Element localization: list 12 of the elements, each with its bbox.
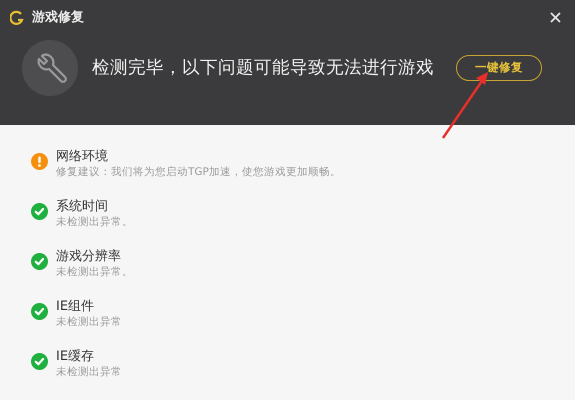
item-title: 网络环境: [56, 149, 109, 165]
item-detail: 未检测出异常。: [56, 215, 133, 230]
window-title: 游戏修复: [32, 9, 84, 28]
item-title: IE组件: [56, 299, 96, 315]
item-detail: 未检测出异常。: [56, 265, 133, 280]
item-title: 系统时间: [56, 199, 109, 215]
item-detail: 未检测出异常: [56, 365, 122, 380]
status-message: 检测完毕，以下问题可能导致无法进行游戏: [92, 56, 434, 80]
item-detail: 未检测出异常: [56, 315, 122, 330]
item-title: 游戏分辨率: [56, 249, 122, 265]
item-title: IE缓存: [56, 349, 96, 365]
item-detail: 修复建议：我们将为您启动TGP加速，使您游戏更加顺畅。: [56, 165, 341, 180]
